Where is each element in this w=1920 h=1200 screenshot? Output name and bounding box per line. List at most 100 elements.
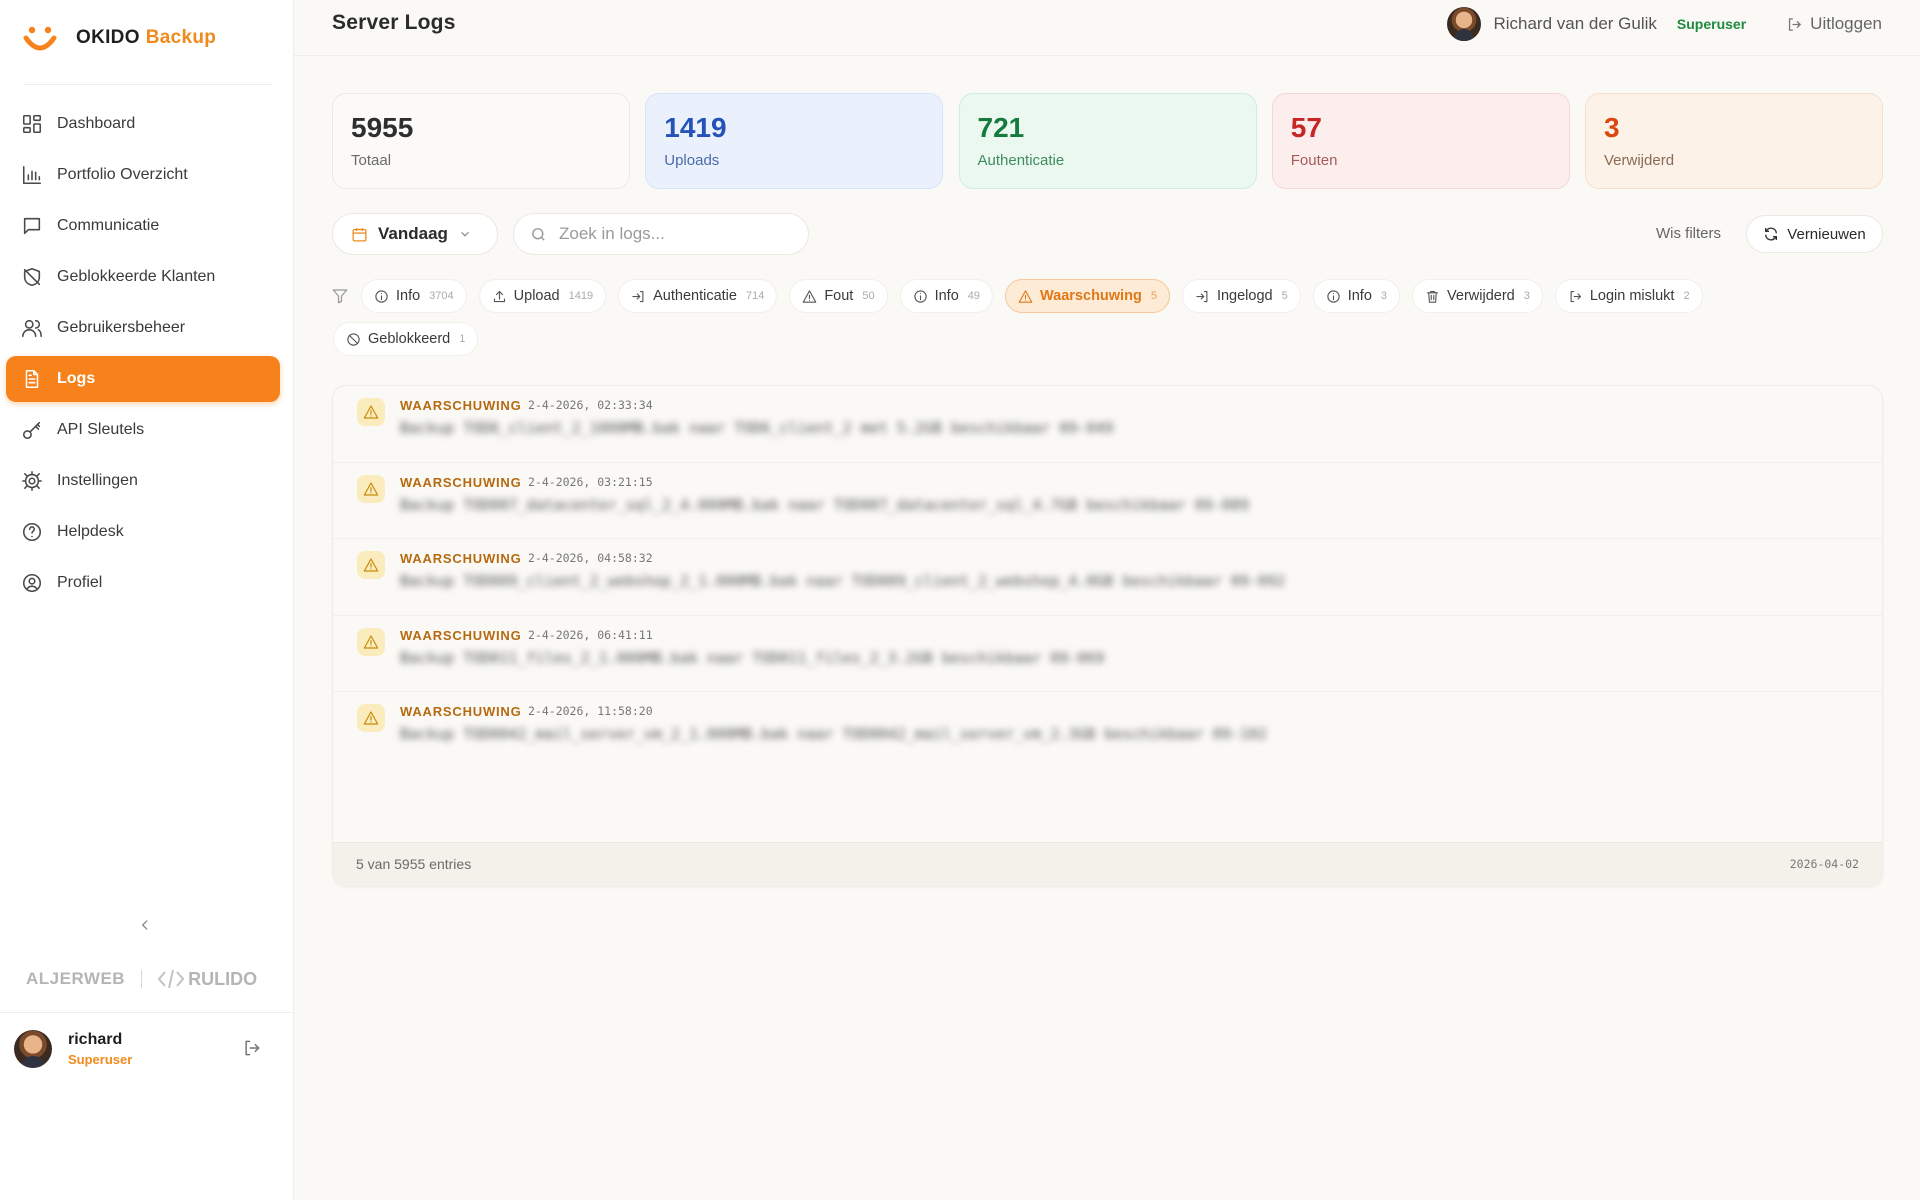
chip-label: Upload xyxy=(513,288,560,304)
stat-label: Fouten xyxy=(1290,152,1338,169)
calendar-icon xyxy=(352,227,367,242)
chip-count: 714 xyxy=(745,290,765,302)
refresh-label: Vernieuwen xyxy=(1787,225,1866,243)
stat-card-authenticatie[interactable]: 721 Authenticatie xyxy=(958,93,1257,189)
sidebar-item-portfolio[interactable]: Portfolio Overzicht xyxy=(6,152,280,198)
chip-count: 3704 xyxy=(429,290,454,302)
login-icon xyxy=(1196,290,1208,302)
header-user-name: Richard van der Gulik xyxy=(1493,14,1657,33)
chip-label: Info xyxy=(396,288,421,304)
brand-accent: Backup xyxy=(145,27,217,48)
sidebar-logout-button[interactable] xyxy=(242,1038,264,1060)
chip-upload[interactable]: Upload 1419 xyxy=(478,279,607,313)
search-icon xyxy=(532,227,545,241)
chip-info[interactable]: Info 3704 xyxy=(361,279,467,313)
log-level: WAARSCHUWING xyxy=(400,551,522,566)
sidebar-item-api-sleutels[interactable]: API Sleutels xyxy=(6,407,280,453)
log-date: 2026-04-02 xyxy=(1789,857,1859,871)
sidebar-item-helpdesk[interactable]: Helpdesk xyxy=(6,509,280,555)
info-icon xyxy=(1327,289,1340,303)
chip-waarschuwing[interactable]: Waarschuwing 5 xyxy=(1005,279,1170,313)
log-entry[interactable]: WAARSCHUWING 2-4-2026, 04:58:32 Backup T… xyxy=(333,539,1882,616)
log-level-badge xyxy=(357,398,385,426)
chip-count: 1 xyxy=(459,333,466,345)
sidebar-user-role: Superuser xyxy=(68,1052,133,1067)
clear-filters-link[interactable]: Wis filters xyxy=(1656,225,1721,242)
grid-icon xyxy=(22,114,42,134)
logout-button[interactable]: Uitloggen xyxy=(1786,14,1882,34)
chip-row: Info 3704 Upload 1419 Authenticatie 714 … xyxy=(361,279,1891,322)
stat-card-verwijderd[interactable]: 3 Verwijderd xyxy=(1585,93,1883,189)
chip-info-3[interactable]: Info 3 xyxy=(1312,279,1401,313)
chip-label: Info xyxy=(1347,288,1372,304)
users-icon xyxy=(22,319,42,338)
sidebar-item-label: Portfolio Overzicht xyxy=(57,166,188,183)
sidebar-item-gebruikersbeheer[interactable]: Gebruikersbeheer xyxy=(6,305,280,351)
chip-label: Info xyxy=(934,288,959,304)
logout-icon xyxy=(1570,290,1581,302)
sidebar-user-info: richard Superuser xyxy=(68,1031,132,1067)
refresh-button[interactable]: Vernieuwen xyxy=(1746,215,1883,253)
chip-geblokkeerd[interactable]: Geblokkeerd 1 xyxy=(333,322,479,356)
log-level-badge xyxy=(357,704,385,732)
smiley-logo-icon xyxy=(23,26,57,51)
sidebar-item-label: Geblokkeerde Klanten xyxy=(57,268,216,285)
partner-name: RULIDO xyxy=(188,968,258,989)
stat-card-uploads[interactable]: 1419 Uploads xyxy=(645,93,944,189)
log-timestamp: 2-4-2026, 04:58:32 xyxy=(528,551,653,565)
log-level-badge xyxy=(357,551,385,579)
sidebar-item-communicatie[interactable]: Communicatie xyxy=(6,203,280,249)
chip-verwijderd[interactable]: Verwijderd 3 xyxy=(1412,279,1543,313)
stat-cards: 5955 Totaal 1419 Uploads 721 Authenticat… xyxy=(332,93,1883,189)
sidebar-item-instellingen[interactable]: Instellingen xyxy=(6,458,280,504)
stat-value: 1419 xyxy=(664,112,727,143)
log-entry[interactable]: WAARSCHUWING 2-4-2026, 06:41:11 Backup T… xyxy=(333,616,1882,692)
stat-card-totaal[interactable]: 5955 Totaal xyxy=(332,93,630,189)
chip-login-mislukt[interactable]: Login mislukt 2 xyxy=(1554,279,1703,313)
ban-icon xyxy=(347,332,360,346)
sidebar-item-label: Instellingen xyxy=(57,472,138,489)
search-input[interactable] xyxy=(559,224,789,244)
warning-icon xyxy=(1018,289,1033,303)
chip-count: 49 xyxy=(967,290,981,302)
chip-info-2[interactable]: Info 49 xyxy=(899,279,994,313)
sidebar-item-label: Communicatie xyxy=(57,217,160,234)
bar-chart-icon xyxy=(22,165,42,185)
sidebar: OKIDO Backup Dashboard Portfolio Overzic… xyxy=(0,0,294,1200)
avatar[interactable] xyxy=(1447,7,1482,41)
stat-card-fouten[interactable]: 57 Fouten xyxy=(1271,93,1570,189)
top-header: Server Logs Richard van der Gulik Superu… xyxy=(294,0,1920,56)
brand[interactable]: OKIDO Backup xyxy=(20,18,216,58)
sidebar-item-label: Dashboard xyxy=(57,115,136,132)
partner-logos: ALJERWEB RULIDO xyxy=(26,968,257,990)
avatar[interactable] xyxy=(14,1030,52,1068)
sidebar-item-label: Profiel xyxy=(57,574,103,591)
chip-ingelogd[interactable]: Ingelogd 5 xyxy=(1181,279,1301,313)
chip-count: 3 xyxy=(1380,290,1388,302)
chip-fout[interactable]: Fout 50 xyxy=(789,279,888,313)
chip-authenticatie[interactable]: Authenticatie 714 xyxy=(618,279,778,313)
log-entry[interactable]: WAARSCHUWING 2-4-2026, 03:21:15 Backup T… xyxy=(333,463,1882,539)
shield-off-icon xyxy=(23,267,41,287)
log-entry[interactable]: WAARSCHUWING 2-4-2026, 11:58:20 Backup T… xyxy=(333,692,1882,769)
date-range-select[interactable]: Vandaag xyxy=(332,213,498,255)
stat-value: 5955 xyxy=(351,112,414,143)
sidebar-user-name: richard xyxy=(68,1031,123,1048)
stat-value: 57 xyxy=(1290,112,1322,143)
log-timestamp: 2-4-2026, 03:21:15 xyxy=(528,474,653,489)
sidebar-item-geblokkeerde-klanten[interactable]: Geblokkeerde Klanten xyxy=(6,254,280,300)
funnel-shape xyxy=(332,289,348,304)
chip-count: 2 xyxy=(1683,290,1690,302)
log-entry[interactable]: WAARSCHUWING 2-4-2026, 02:33:34 Backup T… xyxy=(333,386,1882,463)
sidebar-item-logs[interactable]: Logs xyxy=(6,356,280,402)
sidebar-item-profiel[interactable]: Profiel xyxy=(6,560,280,606)
collapse-sidebar-button[interactable] xyxy=(134,914,156,936)
chip-label: Ingelogd xyxy=(1216,288,1273,304)
chip-count: 5 xyxy=(1150,290,1157,302)
log-message: Backup TOD009_client_2_webshop_2_1.000MB… xyxy=(400,572,1286,590)
file-text-icon xyxy=(25,369,39,389)
sidebar-item-dashboard[interactable]: Dashboard xyxy=(6,101,280,147)
chip-label: Fout xyxy=(824,288,854,304)
partner-logo-rulido: RULIDO xyxy=(158,968,257,990)
filter-icon xyxy=(331,287,351,307)
